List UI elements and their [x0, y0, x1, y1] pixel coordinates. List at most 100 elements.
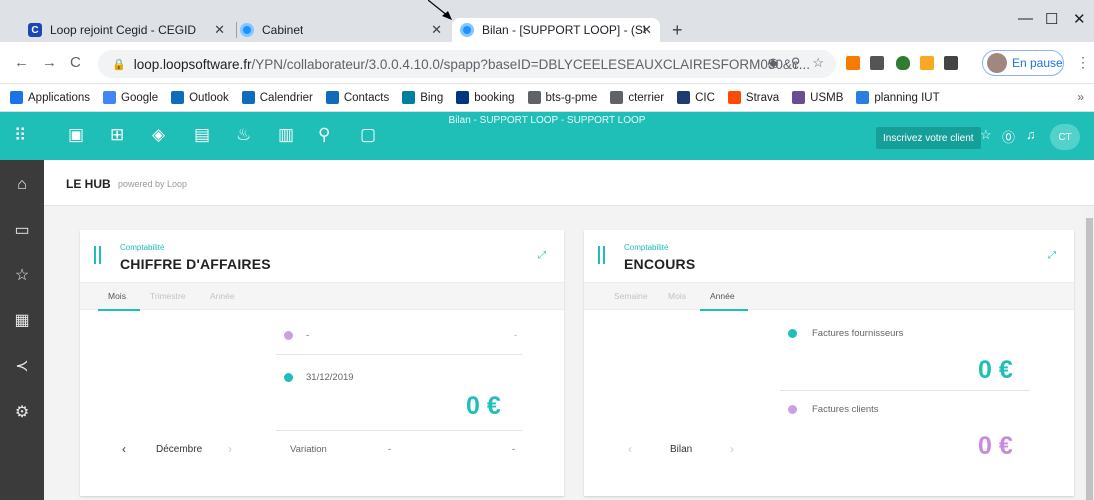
bookmark-applications[interactable]: Applications	[10, 91, 90, 104]
card-accent	[94, 246, 101, 264]
prev-period-icon[interactable]: ‹	[628, 442, 632, 456]
tab-mois[interactable]: Mois	[108, 291, 126, 301]
location-icon[interactable]: ◉	[767, 55, 778, 71]
loop-favicon-icon	[240, 23, 254, 37]
left-sidebar: ⌂ ▭ ☆ ▦ ≺ ⚙	[0, 160, 44, 500]
bookmark-cterrier[interactable]: cterrier	[610, 91, 664, 104]
next-month-icon[interactable]: ›	[228, 442, 232, 456]
star-icon[interactable]: ☆	[0, 265, 44, 285]
home-icon[interactable]: ⌂	[0, 176, 44, 194]
bookmark-contacts[interactable]: Contacts	[325, 91, 389, 104]
card-encours: Comptabilité ENCOURS ⤢ Semaine Mois Anné…	[584, 230, 1074, 496]
minimize-button[interactable]: —	[1018, 10, 1033, 27]
stamp-icon[interactable]: ⚲	[318, 125, 330, 145]
legend-dot-icon	[284, 373, 293, 382]
page-subtitle: powered by Loop	[118, 179, 188, 189]
bookmark-booking[interactable]: booking	[456, 91, 515, 104]
apps-grid-icon[interactable]: ⠿	[14, 126, 26, 146]
calculator-icon[interactable]: ▤	[194, 125, 210, 145]
browser-tab-bilan[interactable]: Bilan - [SUPPORT LOOP] - (SUPP ✕	[452, 18, 660, 42]
active-tab-indicator	[700, 309, 748, 311]
globe-icon	[610, 91, 624, 104]
close-icon[interactable]: ✕	[431, 22, 442, 38]
bookmark-bts-g-pme[interactable]: bts-g-pme	[527, 91, 598, 104]
share-icon[interactable]: ≺	[0, 356, 44, 376]
bookmark-bing[interactable]: Bing	[402, 91, 443, 104]
bookmark-label: Google	[121, 91, 159, 104]
window-close-button[interactable]: ✕	[1073, 10, 1086, 28]
calendar-icon	[241, 91, 255, 104]
back-button[interactable]: ←	[14, 54, 29, 71]
maximize-button[interactable]: ☐	[1045, 10, 1058, 28]
help-icon[interactable]: ⓪	[1002, 127, 1015, 146]
bookmarks-overflow-icon[interactable]: »	[1077, 90, 1084, 104]
tab-trimestre[interactable]: Trimestre	[150, 291, 186, 301]
puzzle-extension-icon[interactable]	[870, 56, 884, 70]
expand-icon[interactable]: ⤢	[538, 250, 546, 261]
close-icon[interactable]: ✕	[214, 22, 225, 38]
zoom-icon[interactable]: ⚲	[791, 55, 801, 71]
bookmark-strava[interactable]: Strava	[727, 91, 780, 104]
expand-icon[interactable]: ⤢	[1048, 250, 1056, 261]
tab-mois[interactable]: Mois	[668, 291, 686, 301]
settings-gear-icon[interactable]: ⚙	[0, 402, 44, 422]
invite-client-button[interactable]: Inscrivez votre client	[876, 127, 981, 149]
scrollbar-thumb[interactable]	[1086, 218, 1093, 500]
url-host: loop.loopsoftware.fr	[133, 56, 252, 72]
sheets-extension-icon[interactable]	[920, 56, 934, 70]
bookmark-label: bts-g-pme	[545, 91, 598, 104]
user-avatar[interactable]: CT	[1050, 124, 1080, 150]
building-icon[interactable]: ▥	[278, 125, 294, 145]
ca-amount: 0 €	[466, 392, 501, 420]
desk-icon[interactable]: ▭	[0, 220, 44, 240]
payment-icon[interactable]: ♨	[236, 125, 251, 145]
reload-button[interactable]: C	[70, 54, 81, 71]
prev-month-icon[interactable]: ‹	[122, 442, 126, 456]
contacts-icon	[325, 91, 339, 104]
app-title: Bilan - SUPPORT LOOP - SUPPORT LOOP	[448, 115, 646, 126]
file-icon[interactable]: ▢	[360, 125, 376, 145]
variation-value: -	[388, 444, 392, 455]
bookmark-star-icon[interactable]: ☆	[812, 55, 824, 71]
cegid-favicon-icon: C	[28, 23, 42, 37]
active-tab-indicator	[98, 309, 140, 311]
month-label: Décembre	[156, 444, 203, 455]
browser-tab-cabinet[interactable]: Cabinet ✕	[240, 18, 450, 42]
rss-extension-icon[interactable]	[846, 56, 860, 70]
org-chart-icon[interactable]: ⊞	[110, 125, 124, 145]
main-content: LE HUB powered by Loop Comptabilité CHIF…	[44, 160, 1094, 500]
extensions-icon[interactable]	[944, 56, 958, 70]
page-title: LE HUB	[66, 177, 111, 191]
bookmark-calendrier[interactable]: Calendrier	[241, 91, 313, 104]
document-icon[interactable]: ▣	[68, 125, 84, 145]
forward-button[interactable]: →	[42, 54, 57, 71]
bookmark-label: Strava	[745, 91, 780, 104]
bookmark-usmb[interactable]: USMB	[792, 91, 843, 104]
chart-icon[interactable]: ▦	[0, 310, 44, 330]
bookmark-cic[interactable]: CIC	[677, 91, 715, 104]
tab-title: Cabinet	[262, 23, 304, 37]
avatar	[987, 53, 1007, 73]
favorite-star-icon[interactable]: ☆	[980, 127, 992, 143]
bookmark-outlook[interactable]: Outlook	[171, 91, 229, 104]
close-icon[interactable]: ✕	[641, 22, 652, 38]
browser-tab-cegid[interactable]: C Loop rejoint Cegid - CEGID ✕	[28, 18, 233, 42]
bookmark-planning-iut[interactable]: planning IUT	[856, 91, 940, 104]
tab-semaine[interactable]: Semaine	[614, 291, 648, 301]
legend-dot-icon	[788, 329, 797, 338]
notification-bell-icon[interactable]: ♫	[1026, 127, 1036, 142]
bookmark-label: cterrier	[628, 91, 665, 104]
new-tab-button[interactable]: +	[672, 20, 683, 41]
coins-icon[interactable]: ◈	[152, 125, 165, 145]
next-period-icon[interactable]: ›	[730, 442, 734, 456]
cic-icon	[677, 91, 691, 104]
profile-button[interactable]: En pause	[982, 50, 1064, 76]
shield-extension-icon[interactable]	[896, 56, 910, 70]
url-input[interactable]: 🔒 loop.loopsoftware.fr/YPN/collaborateur…	[98, 50, 836, 78]
card-tabs: Mois Trimestre Année	[80, 282, 564, 311]
tab-annee[interactable]: Année	[710, 291, 735, 301]
bookmarks-bar: Applications Google Outlook Calendrier Conta…	[0, 84, 1094, 112]
tab-annee[interactable]: Année	[210, 291, 235, 301]
bookmark-google[interactable]: Google	[103, 91, 158, 104]
browser-menu-icon[interactable]: ⋮	[1076, 54, 1090, 71]
